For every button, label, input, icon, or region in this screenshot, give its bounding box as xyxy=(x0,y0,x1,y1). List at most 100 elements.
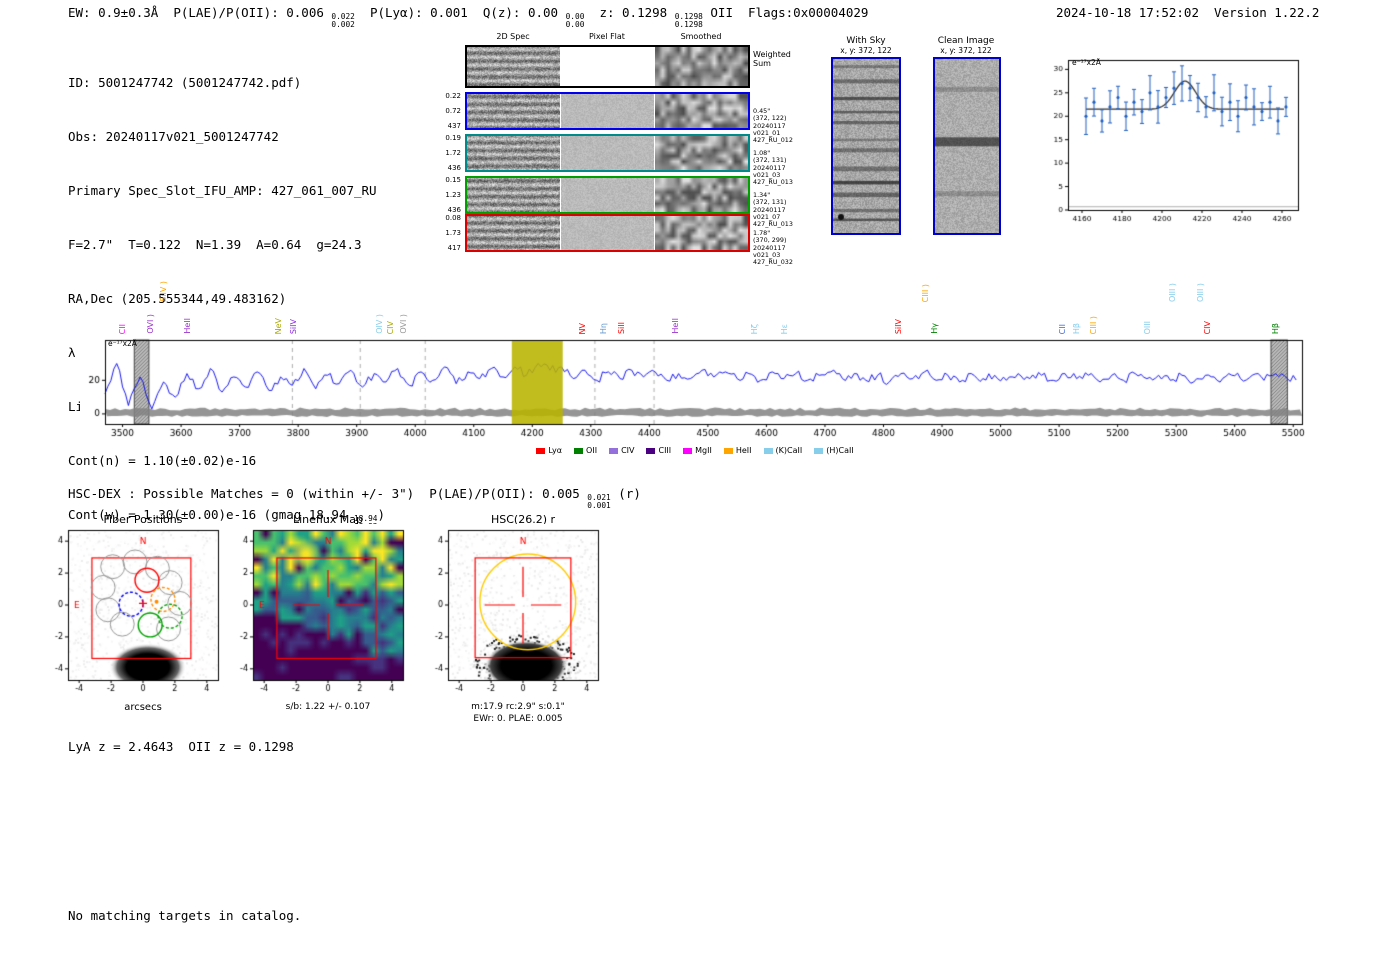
fit-plot-units-label: e⁻¹⁷x2Å xyxy=(1072,58,1101,67)
fiber4-weights: 0.08 1.73 417 xyxy=(445,214,461,252)
fiber-cutout-row-1 xyxy=(465,92,750,130)
legend-swatch xyxy=(574,447,584,454)
spectral-line-label: CIII ) xyxy=(920,283,930,302)
full-spectrum-plot xyxy=(80,336,1310,444)
version-label: Version 1.22.2 xyxy=(1214,5,1320,20)
spectral-line-label: Hη xyxy=(598,322,608,334)
fiber3-pixelflat-image xyxy=(561,178,654,212)
seeing-throughput: F=2.7" T=0.122 N=1.39 A=0.64 g=24.3 xyxy=(68,237,362,252)
weighted-sum-label: Weighted Sum xyxy=(753,50,791,68)
spectral-line-label: Hβ xyxy=(1270,322,1280,334)
spectral-line-labels: CII OVI ) SiIV ) HeII NeV SiIV OIV ) CIV OVI ) NV… xyxy=(80,268,1310,336)
spectral-line-label: OIV ) xyxy=(375,314,385,334)
spectral-line-label: SiII xyxy=(617,321,627,334)
fiber3-smoothed-image xyxy=(655,178,748,212)
redshift-value: z: 0.1298 xyxy=(584,5,675,20)
spectral-line-label: HeII xyxy=(183,318,193,334)
catalog-note-line1: No matching targets in catalog. xyxy=(68,908,302,923)
fiber-xlabel: arcsecs xyxy=(124,702,162,713)
spectral-line-label: NeV xyxy=(274,317,284,334)
weighted-2dspec-image xyxy=(467,47,560,86)
weighted-smoothed-image xyxy=(655,47,748,86)
clean-image xyxy=(933,57,1001,235)
spectral-line-label: HeII xyxy=(671,318,681,334)
fiber-cutout-row-4 xyxy=(465,214,750,252)
fiber1-smoothed-image xyxy=(655,94,748,128)
fiber2-weights: 0.19 1.72 436 xyxy=(445,134,461,172)
hsc-image-plot xyxy=(420,524,610,702)
spectral-line-label: Hγ xyxy=(929,323,939,334)
hsc-mag-caption: m:17.9 rc:2.9" s:0.1" xyxy=(471,702,565,712)
fiber-positions-plot xyxy=(40,524,230,702)
spectral-line-label: CII xyxy=(117,323,127,334)
timestamp-version: 2024-10-18 17:52:02 Version 1.22.2 xyxy=(1056,5,1319,20)
weighted-sum-row xyxy=(465,45,750,88)
fiber2-pixelflat-image xyxy=(561,136,654,170)
legend-swatch xyxy=(683,447,693,454)
cont-n-value: Cont(n) = 1.10(±0.02)e-16 xyxy=(68,453,257,468)
fiber1-2dspec-image xyxy=(467,94,560,128)
spectral-line-label: Hε xyxy=(780,323,790,334)
spectral-line-label: OIII ) xyxy=(1195,282,1205,302)
legend-swatch xyxy=(646,447,656,454)
plya-qz-value: P(Lyα): 0.001 Q(z): 0.00 xyxy=(354,5,566,20)
spectrum-units-label: e⁻¹⁷x2Å xyxy=(108,339,137,348)
legend-item: Lyα xyxy=(536,446,562,455)
legend-swatch xyxy=(609,447,619,454)
primary-spec-slot: Primary Spec_Slot_IFU_AMP: 427_061_007_R… xyxy=(68,183,377,198)
ew-and-plae-value: EW: 0.9±0.3Å P(LAE)/P(OII): 0.006 xyxy=(68,5,332,20)
spectral-line-label: CIV xyxy=(385,320,395,334)
clean-image-title: Clean Image xyxy=(937,36,995,46)
spectral-line-label: Hβ xyxy=(1071,322,1081,334)
legend-item: CIV xyxy=(609,446,634,455)
with-sky-coords: x, y: 372, 122 xyxy=(840,46,892,55)
fiber1-weights: 0.22 0.72 437 xyxy=(445,92,461,130)
spectral-line-label: SiIV xyxy=(289,318,299,334)
detection-id: ID: 5001247742 (5001247742.pdf) xyxy=(68,75,302,90)
spectral-line-label: OVI ) xyxy=(145,314,155,334)
legend-swatch xyxy=(723,447,733,454)
legend-swatch xyxy=(536,447,546,454)
spectral-line-label: NV xyxy=(577,322,587,334)
observation-id: Obs: 20240117v021_5001247742 xyxy=(68,129,279,144)
hsc-plae-uncertainty: 0.021 0.001 xyxy=(587,493,611,510)
hsc-match-line: HSC-DEX : Possible Matches = 0 (within +… xyxy=(68,486,641,510)
fiber2-2dspec-image xyxy=(467,136,560,170)
line-fit-plot xyxy=(1038,52,1306,230)
col-header-smoothed: Smoothed xyxy=(680,32,722,41)
legend-swatch xyxy=(763,447,773,454)
elixer-report-page: EW: 0.9±0.3Å P(LAE)/P(OII): 0.006 0.022 0… xyxy=(0,0,1400,953)
with-sky-title: With Sky xyxy=(846,36,886,46)
hsc-ewr-caption: EWr: 0. PLAE: 0.005 xyxy=(473,714,563,724)
qz-uncertainty: 0.00 0.00 xyxy=(565,12,585,29)
lineflux-caption: s/b: 1.22 +/- 0.107 xyxy=(285,702,371,712)
fiber3-weights: 0.15 1.23 436 xyxy=(445,176,461,214)
catalog-note: No matching targets in catalog. Row inte… xyxy=(68,876,301,953)
legend-item: (H)CaII xyxy=(814,446,854,455)
summary-header: EW: 0.9±0.3Å P(LAE)/P(OII): 0.006 0.022 0… xyxy=(68,5,868,29)
spectral-line-label: SiIV xyxy=(893,318,903,334)
spectral-line-label: Hζ xyxy=(749,323,759,334)
legend-item: MgII xyxy=(683,446,712,455)
spectral-line-label: CIV xyxy=(1202,320,1212,334)
spectral-line-label: OIII xyxy=(1143,320,1153,334)
legend-swatch xyxy=(814,447,824,454)
fiber-cutout-row-3 xyxy=(465,176,750,214)
col-header-2dspec: 2D Spec xyxy=(496,32,530,41)
fiber4-smoothed-image xyxy=(655,216,748,250)
lineflux-map-plot xyxy=(225,524,415,702)
lya-oii-redshifts: LyA z = 2.4643 OII z = 0.1298 xyxy=(68,739,294,754)
legend-item: HeII xyxy=(723,446,752,455)
weighted-pixelflat-blank xyxy=(561,47,654,86)
spectral-line-label: OVI ) xyxy=(398,314,408,334)
spectral-line-label: CIII ) xyxy=(1089,315,1099,334)
fiber2-smoothed-image xyxy=(655,136,748,170)
timestamp: 2024-10-18 17:52:02 xyxy=(1056,5,1215,20)
spectral-line-label: CII xyxy=(1057,323,1067,334)
spectral-line-label: OIII ) xyxy=(1167,282,1177,302)
with-sky-image xyxy=(831,57,901,235)
z-uncertainty: 0.1298 0.1298 xyxy=(674,12,703,29)
legend-item: OII xyxy=(574,446,597,455)
col-header-pixelflat: Pixel Flat xyxy=(589,32,625,41)
fiber4-pixelflat-image xyxy=(561,216,654,250)
